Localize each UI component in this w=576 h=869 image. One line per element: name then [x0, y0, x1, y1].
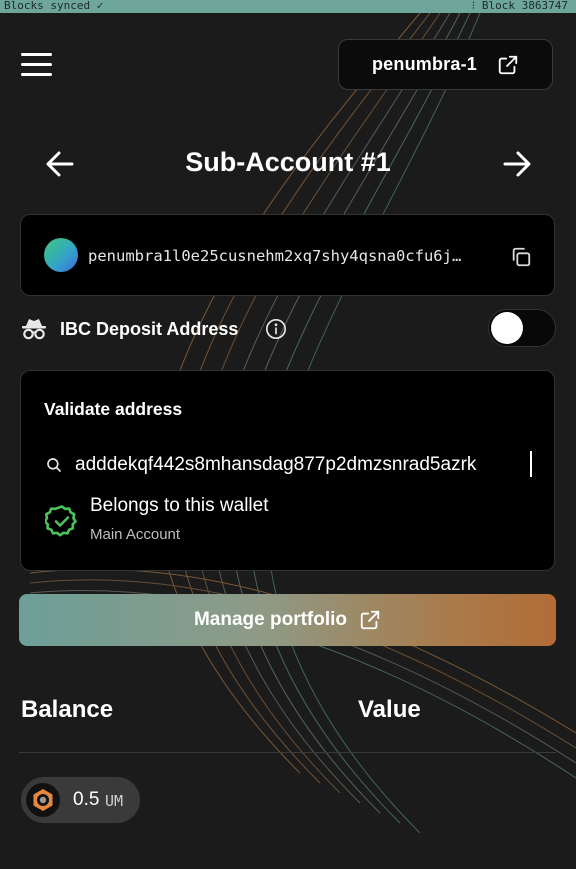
external-link-icon [360, 610, 380, 630]
validate-address-title: Validate address [44, 399, 183, 419]
copy-icon[interactable] [510, 246, 532, 268]
manage-portfolio-button[interactable]: Manage portfolio [19, 594, 556, 646]
toggle-knob [491, 312, 523, 344]
address-text: penumbra1l0e25cusnehm2xq7shy4qsna0cfu6j… [88, 247, 462, 265]
table-divider [19, 752, 556, 753]
balance-amount: 0.5 [73, 789, 100, 810]
penumbra-token-icon [26, 783, 60, 817]
arrow-right-icon[interactable] [502, 150, 532, 178]
external-link-icon [498, 55, 518, 74]
validation-result-title: Belongs to this wallet [90, 495, 269, 516]
arrow-left-icon[interactable] [45, 150, 75, 178]
address-card: penumbra1l0e25cusnehm2xq7shy4qsna0cfu6j… [20, 214, 555, 296]
hamburger-menu-icon[interactable] [21, 53, 52, 77]
address-identicon [44, 238, 78, 272]
status-bar: Blocks synced ✓ ⁝ Block 3863747 [0, 0, 576, 13]
chain-id-button[interactable]: penumbra-1 [338, 39, 553, 90]
ibc-deposit-row: IBC Deposit Address [21, 309, 556, 348]
validate-address-card: Validate address Belongs to this wallet … [20, 370, 555, 571]
ibc-deposit-label: IBC Deposit Address [60, 319, 239, 339]
manage-portfolio-label: Manage portfolio [193, 609, 348, 630]
balance-chip-um[interactable]: 0.5 UM [21, 777, 140, 823]
block-height: ⁝ Block 3863747 [471, 0, 568, 12]
search-icon [47, 458, 61, 472]
badge-check-icon [45, 505, 77, 537]
account-title: Sub-Account #1 [185, 147, 391, 177]
ibc-deposit-toggle[interactable] [488, 309, 556, 347]
text-cursor [530, 451, 532, 477]
validate-address-input[interactable] [75, 450, 535, 480]
balance-symbol: UM [105, 792, 124, 810]
validation-result-subtitle: Main Account [90, 526, 181, 543]
sync-status: Blocks synced ✓ [4, 0, 104, 12]
chain-id-label: penumbra-1 [371, 54, 478, 74]
info-icon[interactable] [265, 318, 287, 340]
value-column-header: Value [358, 696, 421, 723]
balance-column-header: Balance [21, 696, 114, 723]
incognito-spy-icon [22, 319, 46, 340]
